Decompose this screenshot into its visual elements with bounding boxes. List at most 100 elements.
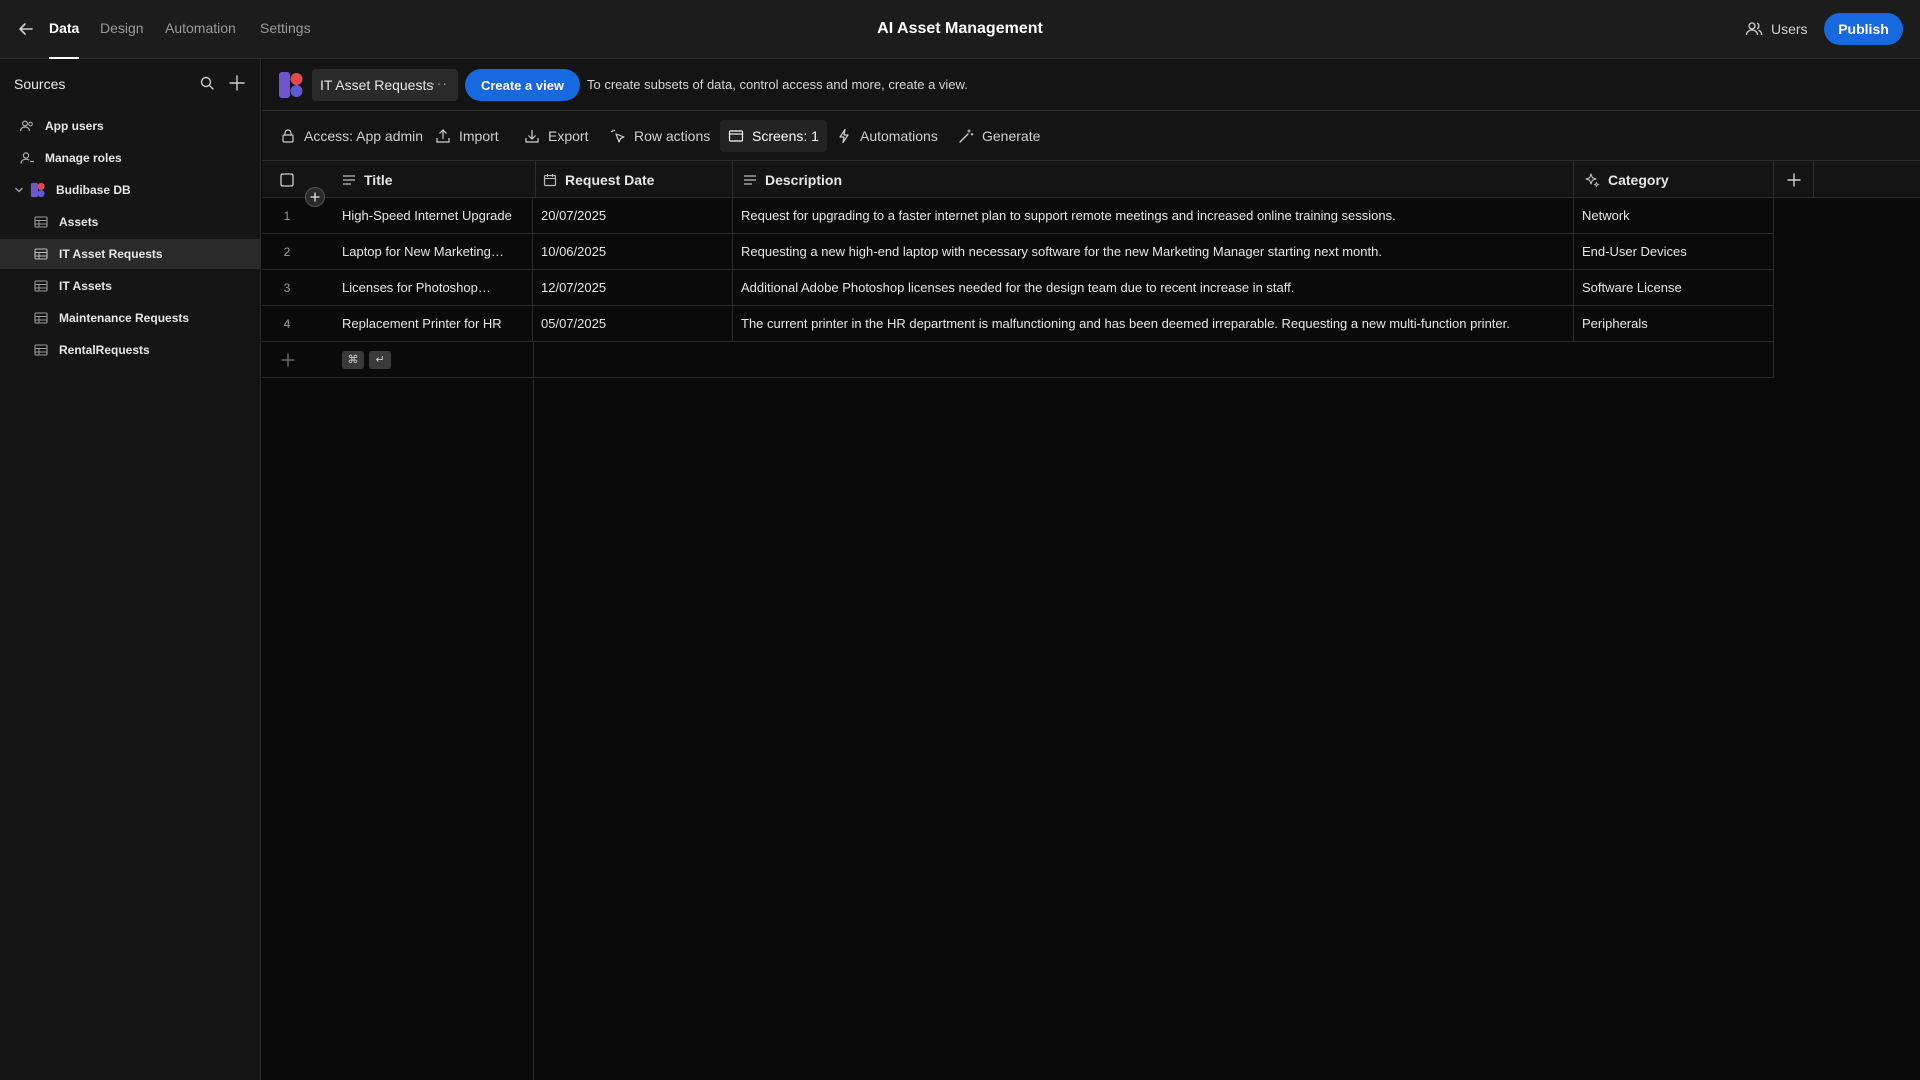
cell-description[interactable]: The current printer in the HR department… <box>733 306 1574 342</box>
add-column-button[interactable] <box>1774 161 1814 198</box>
cell-request-date[interactable]: 20/07/2025 <box>533 198 733 234</box>
divider <box>1773 342 1774 378</box>
import-label: Import <box>459 128 499 144</box>
table-tab-it-asset-requests[interactable]: IT Asset Requests ··· <box>312 69 458 101</box>
sidebar-item-label: IT Asset Requests <box>59 247 163 261</box>
export-label: Export <box>548 128 589 144</box>
divider <box>533 342 534 378</box>
export-button[interactable]: Export <box>516 120 596 152</box>
sidebar-item-app-users[interactable]: App users <box>0 111 260 141</box>
budibase-logo-icon <box>278 71 304 99</box>
cell-title[interactable]: Replacement Printer for HR <box>334 306 533 342</box>
users-label: Users <box>1771 21 1808 37</box>
text-icon <box>342 174 356 186</box>
sources-sidebar: Sources App users Manage roles Budibase … <box>0 59 261 1080</box>
access-button[interactable]: Access: App admin <box>272 120 431 152</box>
column-header-label: Title <box>364 171 393 188</box>
import-button[interactable]: Import <box>427 120 507 152</box>
chevron-down-icon[interactable] <box>14 185 26 195</box>
screens-button[interactable]: Screens: 1 <box>720 120 827 152</box>
column-header-request-date[interactable]: Request Date <box>533 161 733 198</box>
cell-category[interactable]: Network <box>1574 198 1774 234</box>
sidebar-item-label: Assets <box>59 215 99 229</box>
generate-button[interactable]: Generate <box>950 120 1048 152</box>
table-bar: IT Asset Requests ··· Create a view To c… <box>262 59 1920 111</box>
sidebar-item-label: App users <box>45 119 104 133</box>
publish-button[interactable]: Publish <box>1824 13 1903 45</box>
tab-data[interactable]: Data <box>49 0 80 59</box>
lock-icon <box>280 128 296 144</box>
add-row-plus-icon[interactable] <box>280 352 296 368</box>
sidebar-item-it-assets[interactable]: IT Assets <box>0 271 260 301</box>
automations-button[interactable]: Automations <box>828 120 946 152</box>
column-header-category[interactable]: Category <box>1574 161 1774 198</box>
sidebar-item-assets[interactable]: Assets <box>0 207 260 237</box>
tab-automation[interactable]: Automation <box>165 0 236 59</box>
upload-icon <box>435 128 451 144</box>
table-toolbar: Access: App admin Import Export Row acti… <box>262 111 1920 161</box>
table-row[interactable]: 1 High-Speed Internet Upgrade 20/07/2025… <box>262 198 1774 234</box>
table-icon <box>33 342 49 358</box>
cell-title[interactable]: Licenses for Photoshop… <box>334 270 533 306</box>
automations-label: Automations <box>860 128 938 144</box>
ai-sparkle-icon <box>1584 172 1600 188</box>
cell-title[interactable]: High-Speed Internet Upgrade <box>334 198 533 234</box>
plus-icon <box>1786 172 1802 188</box>
sticky-column-divider <box>533 379 534 1080</box>
cell-request-date[interactable]: 12/07/2025 <box>533 270 733 306</box>
cell-description[interactable]: Additional Adobe Photoshop licenses need… <box>733 270 1574 306</box>
access-label: Access: App admin <box>304 128 424 144</box>
cell-request-date[interactable]: 10/06/2025 <box>533 234 733 270</box>
search-icon[interactable] <box>199 75 215 91</box>
top-bar: Data Design Automation Settings AI Asset… <box>0 0 1920 59</box>
cell-category[interactable]: End-User Devices <box>1574 234 1774 270</box>
tab-design[interactable]: Design <box>100 0 144 59</box>
column-header-label: Request Date <box>565 171 655 188</box>
users-icon <box>1745 20 1763 38</box>
column-header-label: Description <box>765 171 843 188</box>
column-header-title[interactable]: Title <box>332 161 536 198</box>
row-actions-button[interactable]: Row actions <box>602 120 718 152</box>
screens-label: Screens: 1 <box>752 128 819 144</box>
cell-category[interactable]: Peripherals <box>1574 306 1774 342</box>
cell-category[interactable]: Software License <box>1574 270 1774 306</box>
new-row[interactable]: ⌘ ↵ <box>262 342 1774 378</box>
app-users-icon <box>19 118 35 134</box>
cell-description[interactable]: Requesting a new high-end laptop with ne… <box>733 234 1574 270</box>
automation-icon <box>836 128 852 144</box>
more-options-icon[interactable]: ··· <box>431 75 448 91</box>
main-panel: IT Asset Requests ··· Create a view To c… <box>262 59 1920 1080</box>
row-actions-label: Row actions <box>634 128 711 144</box>
cell-title[interactable]: Laptop for New Marketing… <box>334 234 533 270</box>
back-arrow-icon[interactable] <box>16 19 36 39</box>
table-row[interactable]: 3 Licenses for Photoshop… 12/07/2025 Add… <box>262 270 1774 306</box>
users-button[interactable]: Users <box>1745 17 1808 41</box>
calendar-icon <box>543 173 557 187</box>
generate-label: Generate <box>982 128 1041 144</box>
create-view-hint: To create subsets of data, control acces… <box>587 77 968 92</box>
table-icon <box>33 246 49 262</box>
sidebar-item-rental-requests[interactable]: RentalRequests <box>0 335 260 365</box>
text-icon <box>743 174 757 186</box>
table-icon <box>33 310 49 326</box>
table-row[interactable]: 4 Replacement Printer for HR 05/07/2025 … <box>262 306 1774 342</box>
sidebar-item-budibase-db[interactable]: Budibase DB <box>0 175 260 205</box>
row-number: 1 <box>283 209 291 223</box>
sidebar-item-label: RentalRequests <box>59 343 150 357</box>
cell-description[interactable]: Request for upgrading to a faster intern… <box>733 198 1574 234</box>
grid-header: Title Request Date Description Category <box>262 161 1920 198</box>
add-source-icon[interactable] <box>228 74 246 92</box>
cell-request-date[interactable]: 05/07/2025 <box>533 306 733 342</box>
create-view-button[interactable]: Create a view <box>465 69 580 101</box>
sidebar-item-label: IT Assets <box>59 279 112 293</box>
sidebar-item-manage-roles[interactable]: Manage roles <box>0 143 260 173</box>
tab-settings[interactable]: Settings <box>260 0 311 59</box>
column-header-description[interactable]: Description <box>733 161 1574 198</box>
table-row[interactable]: 2 Laptop for New Marketing… 10/06/2025 R… <box>262 234 1774 270</box>
enter-key-icon: ↵ <box>369 351 391 369</box>
screen-icon <box>728 128 744 144</box>
sidebar-item-maintenance-requests[interactable]: Maintenance Requests <box>0 303 260 333</box>
select-all-checkbox[interactable] <box>280 173 294 187</box>
roles-icon <box>19 150 35 166</box>
sidebar-item-it-asset-requests[interactable]: IT Asset Requests <box>0 239 260 269</box>
